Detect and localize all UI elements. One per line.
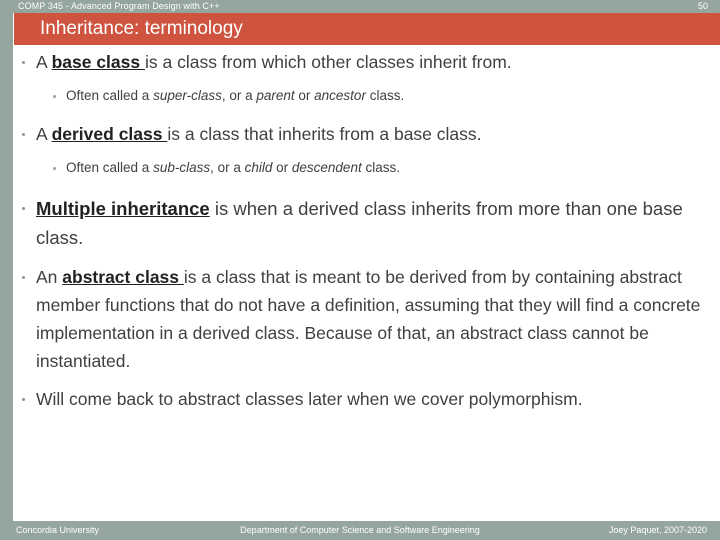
- bullet-dot-icon: [22, 207, 25, 211]
- sub-bullet-list-derived-class: Often called a sub-class, or a child or …: [14, 158, 720, 179]
- sub-italic-term-3: ancestor: [314, 88, 366, 103]
- bullet-base-class: A base class is a class from which other…: [14, 48, 720, 76]
- bullet-abstract-class: An abstract class is a class that is mea…: [14, 263, 720, 375]
- bullet-lead-text: An: [36, 267, 63, 288]
- sub-pre-text: Often called a: [66, 88, 154, 103]
- bullet-lead-text: A: [36, 52, 52, 72]
- bullet-dot-icon: [22, 60, 25, 64]
- bullet-rest-text: is a class from which other classes inhe…: [144, 52, 512, 72]
- bullet-derived-class: A derived class is a class that inherits…: [14, 120, 720, 148]
- bullet-dot-icon: [22, 275, 25, 279]
- slide-title-bar: Inheritance: terminology: [14, 13, 720, 45]
- bullet-key-term: derived class: [51, 123, 168, 144]
- sub-mid-text-2: or: [294, 88, 315, 103]
- sub-pre-text: Often called a: [66, 159, 154, 175]
- bullet-list: A base class is a class from which other…: [14, 48, 720, 413]
- bullet-dot-icon: [22, 132, 25, 136]
- footer-author-copyright: Joey Paquet, 2007-2020: [608, 525, 707, 535]
- bullet-polymorphism-note: Will come back to abstract classes later…: [14, 385, 720, 413]
- slide-page-number: 50: [697, 1, 708, 11]
- bullet-key-term: abstract class: [62, 267, 184, 288]
- sub-mid-text-1: , or a: [221, 88, 257, 103]
- slide-footer-band: Concordia University Department of Compu…: [0, 521, 720, 540]
- sub-italic-term-3: descendent: [291, 159, 362, 175]
- sub-mid-text-1: , or a: [210, 159, 245, 175]
- slide-content: A base class is a class from which other…: [14, 48, 720, 521]
- sub-bullet-base-class-synonyms: Often called a super-class, or a parent …: [46, 86, 720, 107]
- sub-italic-term-1: sub-class: [153, 159, 211, 175]
- sub-post-text: class.: [365, 88, 405, 103]
- bullet-key-term: Multiple inheritance: [36, 197, 210, 219]
- slide-header-band: COMP 345 - Advanced Program Design with …: [0, 0, 720, 13]
- bullet-dot-icon: [22, 397, 25, 401]
- sub-italic-term-2: parent: [256, 88, 295, 103]
- sub-italic-term-2: child: [244, 159, 273, 175]
- left-accent-strip: [0, 0, 13, 540]
- sub-post-text: class.: [361, 159, 400, 175]
- sub-italic-term-1: super-class: [153, 88, 222, 103]
- bullet-lead-text: A: [36, 123, 52, 144]
- sub-bullet-dot-icon: [53, 95, 56, 98]
- bullet-rest-text: is a class that inherits from a base cla…: [167, 123, 482, 144]
- footer-university: Concordia University: [16, 525, 100, 535]
- sub-bullet-derived-class-synonyms: Often called a sub-class, or a child or …: [46, 158, 720, 179]
- footer-department: Department of Computer Science and Softw…: [240, 525, 480, 535]
- slide-title: Inheritance: terminology: [40, 18, 243, 39]
- bullet-key-term: base class: [51, 52, 145, 72]
- sub-bullet-dot-icon: [53, 167, 56, 170]
- course-title: COMP 345 - Advanced Program Design with …: [18, 1, 220, 11]
- bullet-rest-text: Will come back to abstract classes later…: [36, 389, 583, 410]
- sub-bullet-list-base-class: Often called a super-class, or a parent …: [14, 86, 720, 107]
- bullet-multiple-inheritance: Multiple inheritance is when a derived c…: [14, 194, 720, 253]
- sub-mid-text-2: or: [272, 159, 292, 175]
